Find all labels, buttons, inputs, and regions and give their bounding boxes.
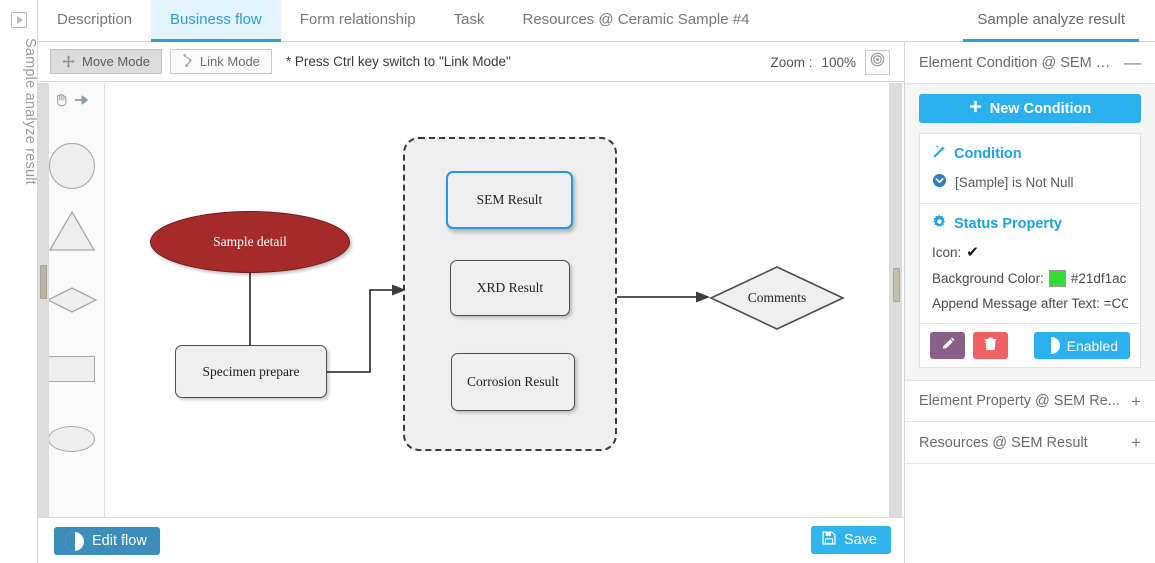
accordion-title: Element Property @ SEM Re... bbox=[919, 393, 1120, 409]
tab-resources[interactable]: Resources @ Ceramic Sample #4 bbox=[503, 0, 768, 42]
condition-card: Condition [Sample] is Not Null Status Pr… bbox=[919, 133, 1141, 368]
enabled-toggle[interactable]: Enabled bbox=[1033, 332, 1130, 359]
expand-panel-icon[interactable] bbox=[11, 12, 27, 28]
toggle-icon bbox=[65, 531, 84, 551]
node-sample-detail[interactable]: Sample detail bbox=[150, 211, 350, 273]
accordion-element-condition[interactable]: Element Condition @ SEM R... — bbox=[905, 42, 1155, 84]
zoom-label: Zoom : bbox=[770, 54, 813, 70]
accordion-title: Element Condition @ SEM R... bbox=[919, 54, 1118, 71]
background-color-row: Background Color: #21df1ac bbox=[932, 270, 1128, 287]
target-icon bbox=[870, 52, 885, 72]
diamond-shape-icon bbox=[46, 286, 98, 319]
edit-flow-label: Edit flow bbox=[92, 533, 147, 549]
color-swatch[interactable] bbox=[1048, 270, 1066, 287]
move-icon bbox=[62, 55, 75, 68]
tab-form-relationship[interactable]: Form relationship bbox=[281, 0, 435, 42]
circle-shape-icon bbox=[48, 143, 95, 189]
editor-toolbar: Move Mode Link Mode * Press Ctrl key swi… bbox=[38, 42, 904, 82]
arrow-tool-icon[interactable] bbox=[74, 93, 90, 112]
status-property-heading: Status Property bbox=[932, 214, 1128, 233]
gear-icon bbox=[932, 214, 947, 233]
properties-panel: Element Condition @ SEM R... — New Condi… bbox=[904, 42, 1155, 563]
node-label: SEM Result bbox=[476, 192, 543, 207]
node-label: Corrosion Result bbox=[467, 374, 559, 389]
toolbar-hint: * Press Ctrl key switch to "Link Mode" bbox=[285, 54, 511, 69]
chevron-down-circle-icon[interactable] bbox=[932, 173, 947, 191]
tab-description[interactable]: Description bbox=[38, 0, 151, 42]
tab-strip: Description Business flow Form relations… bbox=[38, 0, 1155, 42]
condition-expression-row: [Sample] is Not Null bbox=[932, 173, 1128, 191]
status-icon-row: Icon: ✔ bbox=[932, 243, 1128, 261]
node-specimen-prepare[interactable]: Specimen prepare bbox=[175, 345, 327, 398]
check-icon: ✔ bbox=[966, 244, 979, 261]
node-comments[interactable]: Comments bbox=[709, 265, 845, 331]
tab-sample-analyze-result[interactable]: Sample analyze result bbox=[963, 0, 1139, 42]
save-label: Save bbox=[843, 532, 877, 548]
append-message-label: Append Message after Text: =CO bbox=[932, 296, 1128, 311]
zoom-value: 100% bbox=[821, 54, 856, 70]
magic-wand-icon bbox=[932, 144, 947, 163]
link-mode-label: Link Mode bbox=[199, 54, 260, 69]
link-mode-button[interactable]: Link Mode bbox=[169, 49, 272, 74]
append-message-row: Append Message after Text: =CO bbox=[932, 296, 1128, 311]
edit-flow-toggle[interactable]: Edit flow bbox=[54, 527, 160, 555]
node-label: Sample detail bbox=[213, 234, 287, 249]
status-property-heading-label: Status Property bbox=[954, 215, 1062, 232]
save-button[interactable]: Save bbox=[810, 526, 891, 554]
expand-icon[interactable]: + bbox=[1125, 434, 1141, 451]
node-sem-result[interactable]: SEM Result bbox=[446, 171, 573, 229]
status-icon-label: Icon: bbox=[932, 244, 962, 260]
condition-expression: [Sample] is Not Null bbox=[955, 174, 1074, 190]
floppy-disk-icon bbox=[822, 531, 836, 549]
background-color-value: #21df1ac bbox=[1070, 271, 1127, 286]
enabled-label: Enabled bbox=[1066, 337, 1118, 354]
status-property-section: Status Property Icon: ✔ Background Color… bbox=[920, 203, 1140, 323]
ellipse-shape-icon bbox=[48, 426, 95, 452]
node-label: XRD Result bbox=[476, 280, 544, 295]
link-icon bbox=[182, 53, 193, 70]
move-mode-label: Move Mode bbox=[82, 54, 150, 69]
canvas-resize-grip-left[interactable] bbox=[40, 265, 47, 299]
move-mode-button[interactable]: Move Mode bbox=[50, 49, 162, 74]
flow-canvas[interactable]: Sample detail Specimen prepare SEM Resul… bbox=[105, 83, 887, 517]
edit-condition-button[interactable] bbox=[930, 332, 965, 359]
pencil-icon bbox=[941, 337, 955, 354]
tab-task[interactable]: Task bbox=[435, 0, 504, 42]
trash-icon bbox=[984, 337, 997, 354]
triangle-shape-icon bbox=[48, 210, 96, 257]
node-corrosion-result[interactable]: Corrosion Result bbox=[451, 353, 575, 411]
new-condition-button[interactable]: New Condition bbox=[919, 94, 1141, 123]
canvas-scrollbar-left[interactable] bbox=[38, 83, 49, 517]
condition-heading: Condition bbox=[932, 144, 1128, 163]
tab-business-flow[interactable]: Business flow bbox=[151, 0, 281, 42]
node-label: Specimen prepare bbox=[202, 363, 300, 379]
zoom-controls: Zoom : 100% bbox=[770, 42, 890, 82]
editor-bottom-bar: Edit flow Save bbox=[38, 517, 904, 563]
left-rail: Sample analyze result bbox=[0, 0, 38, 563]
accordion-resources[interactable]: Resources @ SEM Result + bbox=[905, 422, 1155, 464]
business-flow-editor: Sample analyze result Description Busine… bbox=[0, 0, 1155, 563]
toggle-icon bbox=[1042, 337, 1060, 354]
collapse-icon[interactable]: — bbox=[1118, 54, 1141, 71]
background-color-label: Background Color: bbox=[932, 271, 1044, 286]
condition-card-actions: Enabled bbox=[920, 323, 1140, 367]
condition-section: Condition [Sample] is Not Null bbox=[920, 134, 1140, 203]
hand-tool-icon[interactable] bbox=[54, 92, 70, 113]
rail-label: Sample analyze result bbox=[22, 38, 38, 185]
plus-icon bbox=[969, 100, 982, 117]
zoom-reset-button[interactable] bbox=[865, 49, 890, 75]
canvas-resize-grip-right[interactable] bbox=[893, 268, 900, 302]
accordion-title: Resources @ SEM Result bbox=[919, 434, 1088, 451]
new-condition-label: New Condition bbox=[989, 100, 1092, 117]
expand-icon[interactable]: + bbox=[1125, 393, 1141, 410]
accordion-element-property[interactable]: Element Property @ SEM Re... + bbox=[905, 380, 1155, 422]
condition-heading-label: Condition bbox=[954, 145, 1022, 162]
element-condition-body: New Condition Condition [Sample] is Not … bbox=[905, 84, 1155, 380]
node-xrd-result[interactable]: XRD Result bbox=[450, 260, 570, 316]
delete-condition-button[interactable] bbox=[973, 332, 1008, 359]
rectangle-shape-icon bbox=[48, 356, 95, 382]
